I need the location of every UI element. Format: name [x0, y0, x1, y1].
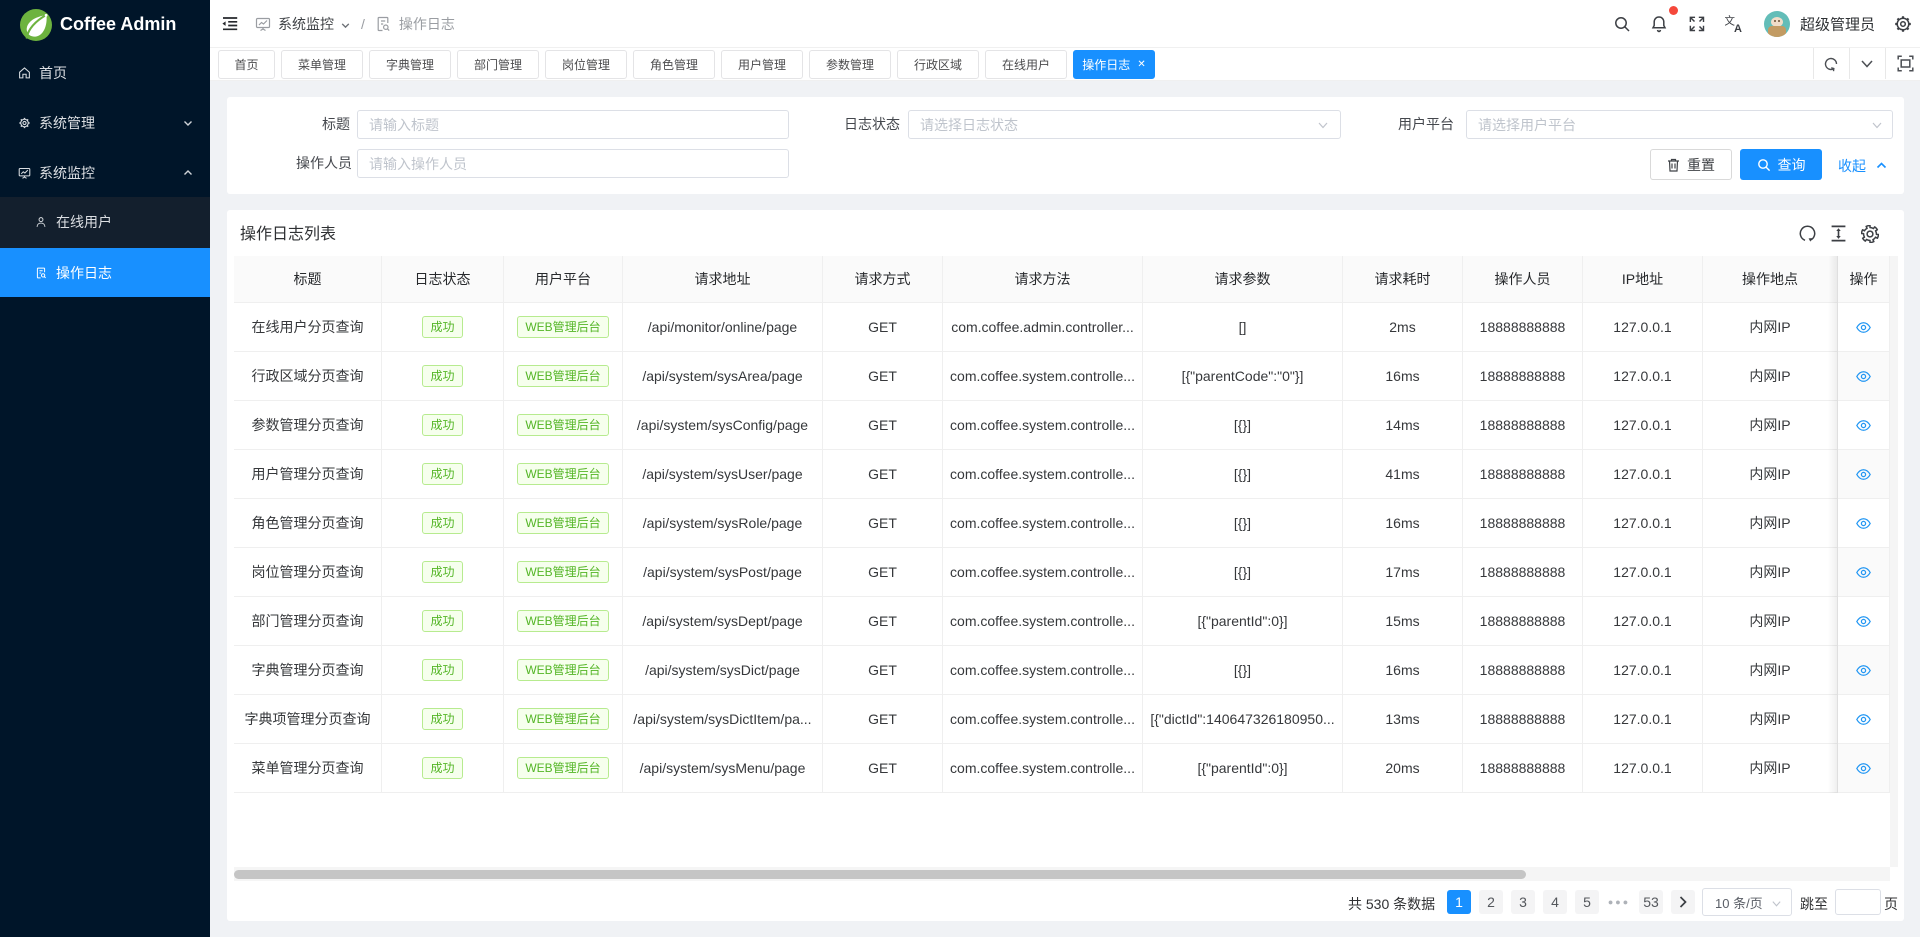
svg-text:A: A — [1734, 23, 1742, 34]
